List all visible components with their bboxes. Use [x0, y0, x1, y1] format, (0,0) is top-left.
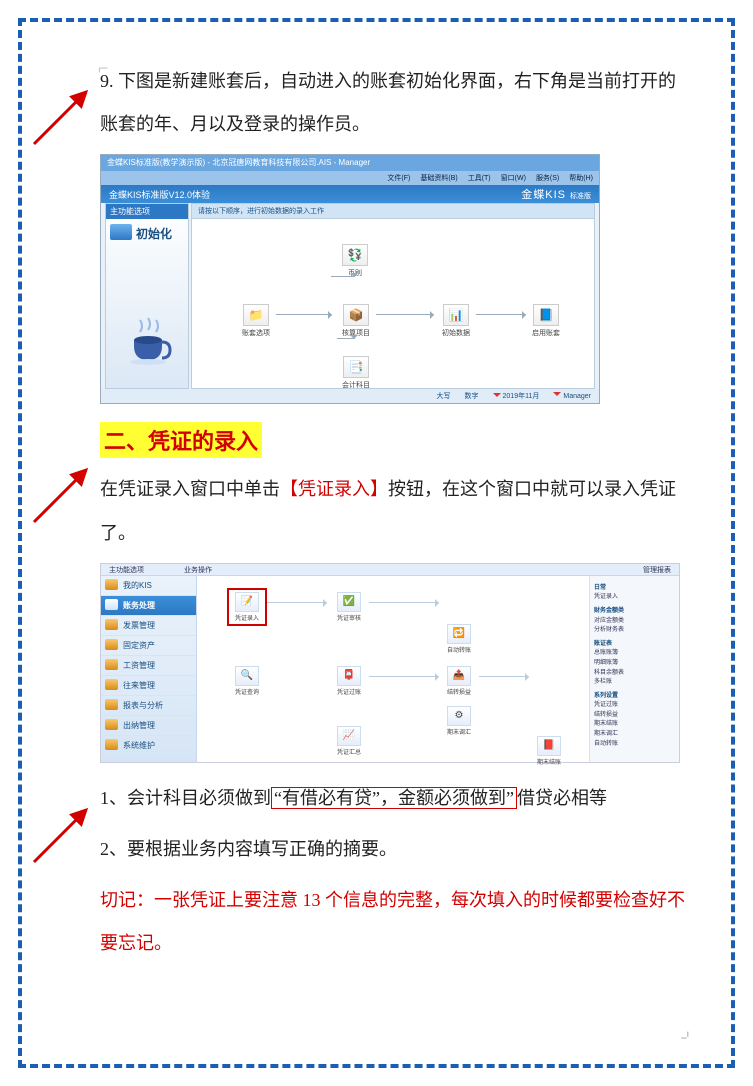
- annotation-arrow-3: [26, 800, 96, 870]
- side-mykis[interactable]: 我的KIS: [101, 576, 196, 596]
- right-item[interactable]: 期末调汇: [594, 730, 675, 740]
- menu-service[interactable]: 服务(S): [536, 173, 559, 183]
- screenshot-init-window: 金蝶KIS标准版(教学演示版) - 北京冠唐网教育科技有限公司.AIS - Ma…: [100, 154, 600, 404]
- tab-biz[interactable]: 业务操作: [184, 565, 212, 574]
- ss2-main: 📝凭证录入 ✅凭证审核 🔍凭证查询 📮凭证过账 📈凭证汇总 🔁自动转账 📤结转损…: [197, 576, 589, 762]
- corner-mark-br: ⌏: [680, 1027, 695, 1048]
- folder-icon: [105, 719, 118, 730]
- side-reports[interactable]: 报表与分析: [101, 696, 196, 716]
- coffee-cup-icon: [120, 312, 176, 368]
- ss1-main-head: 请按以下顺序，进行初始数据的录入工作: [192, 204, 594, 219]
- corner-mark-tl: ⌐: [98, 58, 108, 79]
- tab-report[interactable]: 管理报表: [643, 565, 671, 574]
- voucher-entry-highlight: 【凭证录入】: [280, 479, 388, 499]
- node-voucher-sum[interactable]: 📈凭证汇总: [337, 726, 361, 756]
- tab-main[interactable]: 主功能选项: [109, 565, 144, 574]
- right-h2: 财务金额类: [594, 607, 675, 617]
- node-voucher-post[interactable]: 📮凭证过账: [337, 666, 361, 696]
- folder-icon: [105, 679, 118, 690]
- ss1-sidebar-head: 主功能选项: [106, 204, 188, 219]
- calc-icon: [105, 599, 118, 610]
- brand-left: 金蝶KIS标准版V12.0体验: [109, 188, 210, 201]
- status-date: 2019年11月: [493, 391, 540, 401]
- node-voucher-entry[interactable]: 📝凭证录入: [235, 592, 259, 622]
- right-item[interactable]: 凭证录入: [594, 593, 675, 603]
- node-carry-pl[interactable]: 📤结转损益: [447, 666, 471, 696]
- folder-icon: [105, 659, 118, 670]
- node-voucher-query[interactable]: 🔍凭证查询: [235, 666, 259, 696]
- right-item[interactable]: 结转损益: [594, 711, 675, 721]
- folder-icon: [105, 579, 118, 590]
- node-auto-transfer[interactable]: 🔁自动转账: [447, 624, 471, 654]
- status-caps: 大写: [437, 391, 451, 401]
- side-sysmaint[interactable]: 系统维护: [101, 736, 196, 756]
- right-item[interactable]: 自动转账: [594, 740, 675, 750]
- folder-icon: [105, 639, 118, 650]
- node-accounts[interactable]: 📑会计科目: [342, 356, 370, 390]
- book-icon: [110, 224, 132, 240]
- ss1-init-label: 初始化: [136, 225, 188, 242]
- right-h3: 账证表: [594, 640, 675, 650]
- right-item[interactable]: 分析财务表: [594, 626, 675, 636]
- node-voucher-audit[interactable]: ✅凭证审核: [337, 592, 361, 622]
- caret-icon: [553, 392, 561, 400]
- screenshot-voucher-window: 主功能选项 业务操作 管理报表 我的KIS 账务处理 发票管理 固定资产 工资管…: [100, 563, 680, 763]
- node-audit-items[interactable]: 📦核算项目: [342, 304, 370, 338]
- ss2-sidebar: 我的KIS 账务处理 发票管理 固定资产 工资管理 往来管理 报表与分析 出纳管…: [101, 576, 197, 762]
- right-item[interactable]: 对应金额类: [594, 617, 675, 627]
- menu-file[interactable]: 文件(F): [387, 173, 410, 183]
- right-item[interactable]: 多栏账: [594, 678, 675, 688]
- side-receivables[interactable]: 往来管理: [101, 676, 196, 696]
- ss1-sidebar: 主功能选项 初始化: [105, 203, 189, 389]
- side-invoice[interactable]: 发票管理: [101, 616, 196, 636]
- reminder-note: 切记：一张凭证上要注意 13 个信息的完整，每次填入的时候都要检查好不要忘记。: [100, 879, 693, 965]
- side-cashier[interactable]: 出纳管理: [101, 716, 196, 736]
- right-item[interactable]: 期末结账: [594, 720, 675, 730]
- node-init-data[interactable]: 📊初始数据: [442, 304, 470, 338]
- ss1-menubar: 文件(F) 基础资料(B) 工具(T) 窗口(W) 服务(S) 帮助(H): [101, 171, 599, 185]
- paragraph-9: 9. 下图是新建账套后，自动进入的账套初始化界面，右下角是当前打开的账套的年、月…: [100, 60, 693, 146]
- node-period-adjust[interactable]: ⚙期末调汇: [447, 706, 471, 736]
- right-item[interactable]: 总账账簿: [594, 649, 675, 659]
- node-period-close[interactable]: 📕期末结账: [537, 736, 561, 766]
- folder-icon: [105, 739, 118, 750]
- paragraph-voucher-entry: 在凭证录入窗口中单击【凭证录入】按钮，在这个窗口中就可以录入凭证了。: [100, 468, 693, 554]
- ss1-brandbar: 金蝶KIS标准版V12.0体验 金蝶KIS 标准版: [101, 185, 599, 203]
- right-item[interactable]: 明细账簿: [594, 659, 675, 669]
- caret-icon: [493, 393, 501, 401]
- menu-window[interactable]: 窗口(W): [501, 173, 526, 183]
- menu-basic[interactable]: 基础资料(B): [420, 173, 457, 183]
- status-user: Manager: [553, 392, 591, 400]
- menu-tools[interactable]: 工具(T): [468, 173, 491, 183]
- ss1-main: 请按以下顺序，进行初始数据的录入工作 💱币别 📁账套选项 📦核算项目 📊初始数据…: [191, 203, 595, 389]
- rule-2: 2、要根据业务内容填写正确的摘要。: [100, 828, 693, 871]
- annotation-arrow-2: [26, 460, 96, 530]
- right-item[interactable]: 凭证过账: [594, 701, 675, 711]
- brand-right: 金蝶KIS: [521, 189, 566, 201]
- node-enable-set[interactable]: 📘启用账套: [532, 304, 560, 338]
- rule-1-highlight: “有借必有贷”，金额必须做到”: [271, 787, 517, 809]
- folder-icon: [105, 699, 118, 710]
- right-item[interactable]: 科目余额表: [594, 669, 675, 679]
- right-h4: 系列设置: [594, 692, 675, 702]
- annotation-arrow-1: [26, 82, 96, 152]
- brand-ver: 标准版: [570, 193, 591, 200]
- section-2-heading: 二、凭证的录入: [100, 422, 262, 458]
- side-salary[interactable]: 工资管理: [101, 656, 196, 676]
- ss1-statusbar: 大写 数字 2019年11月 Manager: [101, 389, 599, 403]
- ss2-tabs: 主功能选项 业务操作 管理报表: [101, 564, 679, 576]
- right-h1: 日常: [594, 584, 675, 594]
- node-account-options[interactable]: 📁账套选项: [242, 304, 270, 338]
- side-fixed-assets[interactable]: 固定资产: [101, 636, 196, 656]
- side-accounting[interactable]: 账务处理: [101, 596, 196, 616]
- rule-1: 1、会计科目必须做到“有借必有贷”，金额必须做到”借贷必相等: [100, 777, 693, 820]
- status-num: 数字: [465, 391, 479, 401]
- ss2-rightcol: 日常 凭证录入 财务金额类 对应金额类 分析财务表 账证表 总账账簿 明细账簿 …: [589, 576, 679, 762]
- folder-icon: [105, 619, 118, 630]
- menu-help[interactable]: 帮助(H): [569, 173, 593, 183]
- ss1-titlebar: 金蝶KIS标准版(教学演示版) - 北京冠唐网教育科技有限公司.AIS - Ma…: [101, 155, 599, 171]
